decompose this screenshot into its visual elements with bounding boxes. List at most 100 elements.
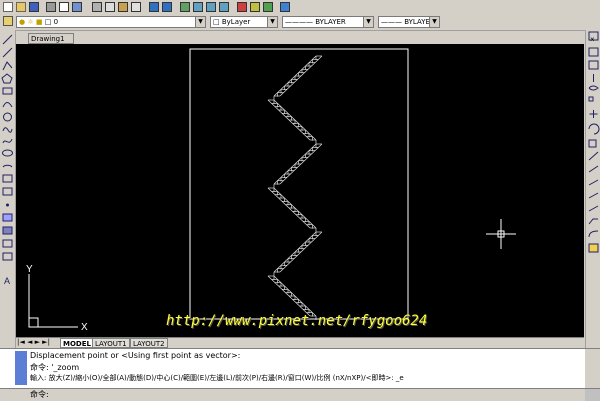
command-window-handle[interactable] [15,351,27,385]
region-tool-icon [2,239,13,248]
layers-toolbar: ● ☼ ■ □ 0 ▼ □ ByLayer ▼ ———— BYLAYER ▼ —… [0,14,600,31]
pan-icon[interactable] [180,2,190,12]
insert-block-icon [2,174,13,183]
watermark-text: http://www.pixnet.net/rfygoo624 [166,313,428,329]
command-history-line: 輸入: 放大(Z)/縮小(O)/全部(A)/動態(D)/中心(C)/範圍(E)/… [30,374,404,382]
match-properties-icon[interactable] [131,2,141,12]
linetype-sample-icon: ———— [285,18,316,26]
design-center-icon[interactable] [250,2,260,12]
tab-layout1-label: LAYOUT1 [95,340,127,348]
color-swatch-icon: □ [213,18,222,26]
print-icon[interactable] [46,2,56,12]
layer-manager-icon[interactable] [3,16,13,26]
explode-tool-icon [588,243,599,253]
linetype-combo-value: BYLAYER [315,18,346,26]
document-tab-label: Drawing1 [31,35,65,43]
rotate-tool-icon [588,123,600,135]
break-tool-icon [588,192,599,199]
construction-line-icon [2,47,13,58]
array-tool-icon [588,96,594,102]
offset-tool-icon [588,85,599,91]
redo-icon[interactable] [162,2,172,12]
ellipse-arc-icon [2,164,13,168]
draw-tool-icons: A [1,34,13,286]
spline-tool-icon [2,138,13,144]
crosshair-cursor [486,219,516,249]
join-tool-icon [588,205,599,212]
polygon-tool-icon [1,73,13,84]
tab-layout2-label: LAYOUT2 [133,340,165,348]
circle-tool-icon [3,112,12,122]
extend-tool-icon [588,179,599,186]
layer-combo-value: 0 [53,18,59,26]
lock-icon: ■ [35,18,43,26]
lineweight-sample-icon: ——— [381,18,405,26]
paste-icon[interactable] [118,2,128,12]
tab-layout1[interactable]: LAYOUT1 [92,338,130,348]
modify-tool-icons: × [588,31,600,253]
chevron-down-icon[interactable]: ▼ [363,17,373,27]
linetype-combo[interactable]: ———— BYLAYER ▼ [282,16,374,28]
zoom-window-icon[interactable] [206,2,216,12]
copy-icon[interactable] [105,2,115,12]
command-prompt[interactable]: 命令: [30,389,49,401]
gradient-tool-icon [2,226,13,235]
help-icon[interactable] [280,2,290,12]
publish-icon[interactable] [72,2,82,12]
ucs-y-label: Y [26,264,33,275]
rectangle-tool-icon [2,87,13,95]
tool-palettes-icon[interactable] [263,2,273,12]
properties-icon[interactable] [237,2,247,12]
ucs-icon [28,274,78,328]
copy-object-icon [588,60,599,70]
trim-tool-icon [588,165,599,173]
command-window: Displacement point or <Using first point… [0,348,600,389]
lightbulb-icon: ● [19,18,26,26]
arc-tool-icon [2,102,13,108]
scrollbar[interactable] [585,389,600,401]
zoom-previous-icon[interactable] [219,2,229,12]
standard-toolbar [0,0,600,15]
save-icon[interactable] [29,2,39,12]
tab-model[interactable]: MODEL [60,338,94,348]
color-swatch-icon: □ [44,18,52,26]
layer-combo[interactable]: ● ☼ ■ □ 0 ▼ [16,16,206,28]
close-x-icon: × [590,35,595,44]
multiline-text-icon: A [4,276,10,286]
chevron-down-icon[interactable]: ▼ [267,17,277,27]
document-tab[interactable]: Drawing1 [28,33,74,44]
point-tool-icon [6,203,9,207]
tab-model-label: MODEL [63,340,91,348]
tab-scroll-arrows-icon[interactable]: |◄ ◄ ► ►| [17,338,50,346]
table-tool-icon [2,252,13,261]
revision-cloud-icon [2,127,13,133]
ucs-x-label: X [81,322,88,333]
chevron-down-icon[interactable]: ▼ [195,17,205,27]
print-preview-icon[interactable] [59,2,69,12]
line-tool-icon [2,34,13,45]
undo-icon[interactable] [149,2,159,12]
drawing-border [189,48,409,320]
drawing-svg[interactable]: Y X [16,44,584,337]
command-history-line: Displacement point or <Using first point… [30,351,241,360]
ellipse-tool-icon [2,149,13,157]
make-block-icon [2,187,13,196]
modify-toolbar: × [585,30,600,348]
zoom-realtime-icon[interactable] [193,2,203,12]
open-file-icon[interactable] [16,2,26,12]
hatch-tool-icon [2,213,13,222]
command-scrollbar[interactable] [585,349,600,389]
new-file-icon[interactable] [3,2,13,12]
tab-layout2[interactable]: LAYOUT2 [130,338,168,348]
erase-tool-icon [588,47,599,57]
color-combo[interactable]: □ ByLayer ▼ [210,16,278,28]
staircase-drawing [267,55,323,320]
chevron-down-icon[interactable]: ▼ [429,17,439,27]
polyline-tool-icon [2,61,13,71]
color-combo-value: ByLayer [221,18,251,26]
lineweight-combo[interactable]: ——— BYLAYER ▼ [378,16,440,28]
cut-icon[interactable] [92,2,102,12]
command-history-line: 命令: '_zoom [30,363,80,372]
scale-tool-icon [588,139,597,148]
drawing-canvas[interactable]: Y X [16,44,584,337]
